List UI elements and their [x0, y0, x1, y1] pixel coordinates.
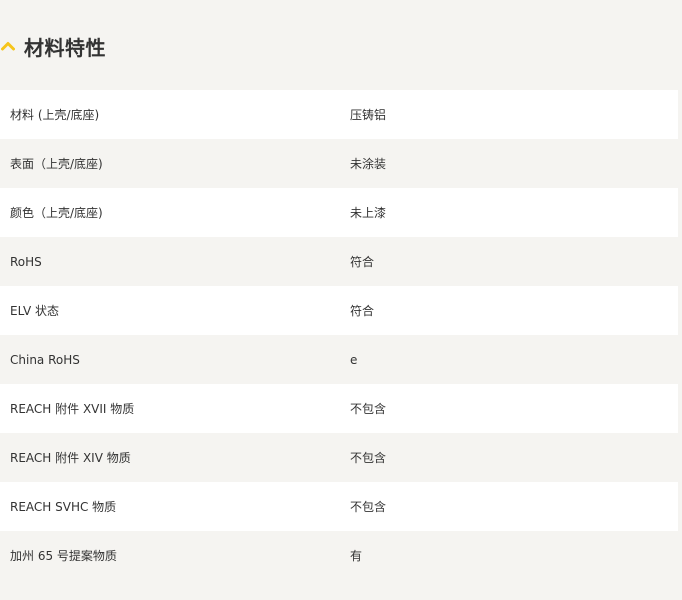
spec-label: 表面（上壳/底座)	[10, 157, 103, 171]
spec-value: 未涂装	[350, 157, 387, 171]
table-row: REACH 附件 XVII 物质 不包含	[0, 384, 678, 433]
table-row: 颜色（上壳/底座) 未上漆	[0, 188, 678, 237]
table-row: 材料 (上壳/底座) 压铸铝	[0, 90, 678, 139]
spec-label: 加州 65 号提案物质	[10, 549, 117, 563]
spec-label: 材料 (上壳/底座)	[10, 108, 100, 122]
spec-value: 不包含	[350, 451, 387, 465]
material-properties-table: 材料 (上壳/底座) 压铸铝 表面（上壳/底座) 未涂装 颜色（上壳/底座) 未…	[0, 90, 678, 580]
spec-label: 颜色（上壳/底座)	[10, 206, 103, 220]
table-row: 表面（上壳/底座) 未涂装	[0, 139, 678, 188]
table-row: REACH 附件 XIV 物质 不包含	[0, 433, 678, 482]
table-row: China RoHS e	[0, 335, 678, 384]
section-header-material-properties[interactable]: 材料特性	[0, 28, 106, 64]
spec-value: 有	[350, 549, 363, 563]
spec-value: e	[350, 352, 358, 367]
spec-label: RoHS	[10, 254, 42, 269]
table-row: 加州 65 号提案物质 有	[0, 531, 678, 580]
spec-value: 符合	[350, 304, 375, 318]
table-row: REACH SVHC 物质 不包含	[0, 482, 678, 531]
spec-label: REACH 附件 XVII 物质	[10, 402, 135, 416]
spec-value: 符合	[350, 255, 375, 269]
spec-label: China RoHS	[10, 352, 80, 367]
section-title: 材料特性	[24, 35, 106, 60]
spec-value: 不包含	[350, 402, 387, 416]
table-row: RoHS 符合	[0, 237, 678, 286]
spec-label: REACH SVHC 物质	[10, 500, 117, 514]
spec-label: REACH 附件 XIV 物质	[10, 451, 131, 465]
spec-value: 压铸铝	[350, 108, 387, 122]
spec-value: 未上漆	[350, 206, 387, 220]
spec-value: 不包含	[350, 500, 387, 514]
chevron-up-icon[interactable]	[0, 38, 16, 54]
table-row: ELV 状态 符合	[0, 286, 678, 335]
spec-label: ELV 状态	[10, 304, 59, 318]
